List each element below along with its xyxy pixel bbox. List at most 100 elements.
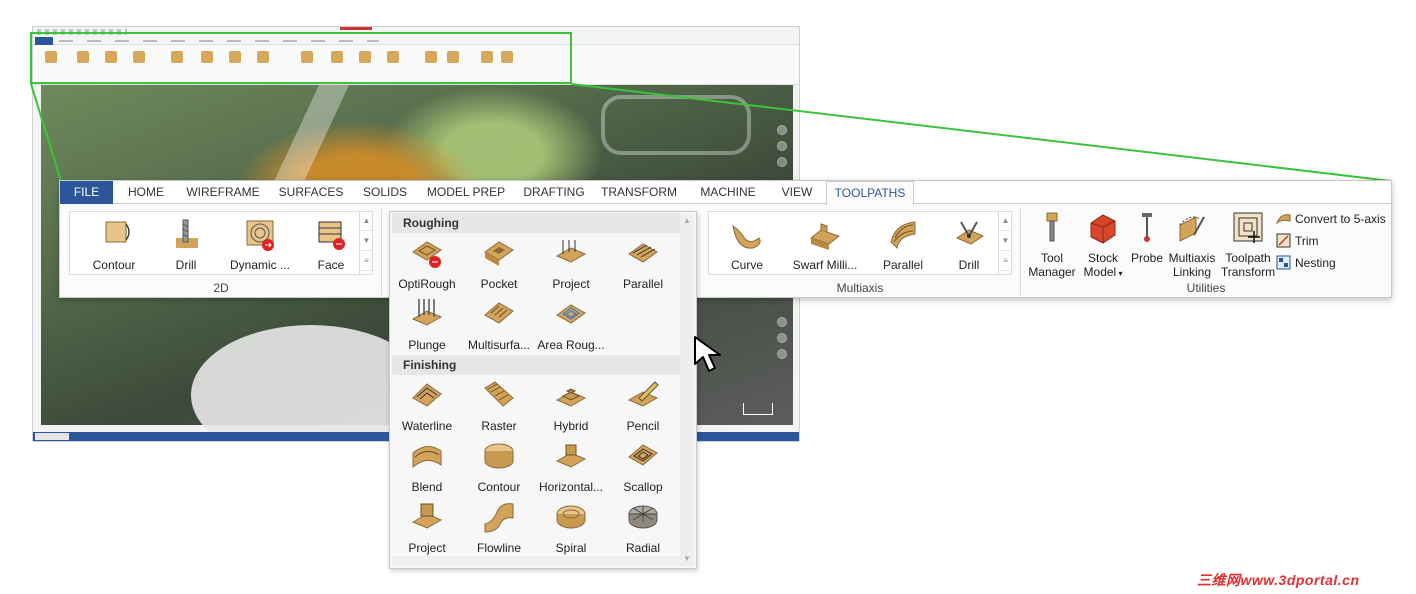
nesting-button[interactable]: Nesting — [1276, 254, 1336, 272]
multisurface-icon — [484, 302, 514, 324]
radial-item[interactable]: Radial — [607, 500, 679, 555]
optirough-icon — [412, 241, 442, 268]
horizontal-label: Horizontal... — [538, 480, 604, 494]
contour-finishing-icon — [484, 443, 514, 469]
tool-manager-button[interactable]: Tool Manager — [1026, 211, 1078, 279]
swarf-milling-label: Swarf Milli... — [792, 258, 858, 272]
toolpath-transform-button[interactable]: Toolpath Transform — [1218, 211, 1278, 279]
probe-icon — [1142, 213, 1152, 242]
pocket-label: Pocket — [480, 277, 518, 291]
nesting-icon — [1276, 255, 1291, 270]
tab-wireframe[interactable]: WIREFRAME — [182, 181, 264, 204]
curve-button[interactable]: Curve — [711, 218, 783, 272]
contour-icon — [105, 221, 130, 243]
scallop-label: Scallop — [623, 480, 663, 494]
multiaxis-parallel-button[interactable]: Parallel — [867, 218, 939, 272]
dropdown-resize-grip[interactable] — [392, 556, 680, 566]
horizontal-item[interactable]: Horizontal... — [535, 439, 607, 494]
waterline-icon — [412, 383, 442, 407]
spiral-item[interactable]: Spiral — [535, 500, 607, 555]
tab-view[interactable]: VIEW — [774, 181, 820, 204]
trim-label: Trim — [1295, 234, 1319, 248]
blend-item[interactable]: Blend — [391, 439, 463, 494]
contour-button[interactable]: Contour — [78, 218, 150, 272]
project-roughing-item[interactable]: Project — [535, 236, 607, 291]
multiaxis-linking-label-2: Linking — [1172, 265, 1212, 279]
scallop-icon — [628, 444, 658, 466]
ribbon: FILE HOME WIREFRAME SURFACES SOLIDS MODE… — [59, 180, 1392, 298]
probe-button[interactable]: Probe — [1126, 211, 1168, 265]
scallop-item[interactable]: Scallop — [607, 439, 679, 494]
dropdown-scrollbar[interactable]: ▲ ▼ — [680, 214, 694, 566]
pocket-icon — [484, 241, 514, 266]
multiaxis-linking-button[interactable]: Multiaxis Linking — [1166, 211, 1218, 279]
horizontal-icon — [555, 444, 587, 468]
contour-label: Contour — [92, 258, 136, 272]
tab-model-prep[interactable]: MODEL PREP — [424, 181, 508, 204]
plunge-item[interactable]: Plunge — [391, 297, 463, 352]
tab-drafting[interactable]: DRAFTING — [520, 181, 588, 204]
toolpath-transform-label-1: Toolpath — [1225, 251, 1271, 265]
stock-model-button[interactable]: Stock Model ▾ — [1078, 211, 1128, 279]
raster-item[interactable]: Raster — [463, 378, 535, 433]
area-roughing-icon — [556, 304, 586, 324]
two-d-gallery-scroller[interactable]: ▲ ▼ ≡ — [359, 211, 373, 275]
project-roughing-icon — [555, 240, 587, 263]
tool-manager-label-2: Manager — [1028, 265, 1076, 279]
raster-label: Raster — [481, 419, 517, 433]
multiaxis-drill-button[interactable]: Drill — [939, 218, 999, 272]
face-button[interactable]: Face — [298, 218, 364, 272]
scroll-down-icon[interactable]: ▼ — [682, 554, 692, 564]
scroll-up-icon[interactable]: ▲ — [682, 216, 692, 226]
tab-solids[interactable]: SOLIDS — [358, 181, 412, 204]
trim-button[interactable]: Trim — [1276, 232, 1319, 250]
convert-to-5-axis-button[interactable]: Convert to 5-axis — [1276, 210, 1386, 228]
tab-surfaces[interactable]: SURFACES — [276, 181, 346, 204]
waterline-label: Waterline — [401, 419, 453, 433]
flowline-item[interactable]: Flowline — [463, 500, 535, 555]
contour-finishing-item[interactable]: Contour — [463, 439, 535, 494]
multiaxis-parallel-label: Parallel — [882, 258, 924, 272]
hybrid-label: Hybrid — [553, 419, 589, 433]
parallel-roughing-item[interactable]: Parallel — [607, 236, 679, 291]
radial-label: Radial — [625, 541, 661, 555]
tool-manager-label-1: Tool — [1040, 251, 1063, 265]
tab-toolpaths[interactable]: TOOLPATHS — [826, 181, 914, 205]
parallel-icon — [890, 221, 916, 250]
curve-icon — [732, 224, 761, 249]
group-label-multiaxis: Multiaxis — [836, 281, 884, 295]
area-roughing-item[interactable]: Area Roug... — [535, 297, 607, 352]
tab-machine[interactable]: MACHINE — [696, 181, 760, 204]
swarf-milling-button[interactable]: Swarf Milli... — [783, 218, 867, 272]
multiaxis-linking-icon — [1179, 216, 1205, 242]
waterline-item[interactable]: Waterline — [391, 378, 463, 433]
optirough-item[interactable]: OptiRough — [391, 236, 463, 291]
drill-2d-label: Drill — [175, 258, 197, 272]
pencil-item[interactable]: Pencil — [607, 378, 679, 433]
drill-2d-button[interactable]: Drill — [150, 218, 222, 272]
face-label: Face — [317, 258, 345, 272]
multiaxis-gallery-scroller[interactable]: ▲ ▼ ≡ — [998, 211, 1012, 275]
multisurface-item[interactable]: Multisurfa... — [463, 297, 535, 352]
toolpath-transform-label-2: Transform — [1220, 265, 1276, 279]
pocket-item[interactable]: Pocket — [463, 236, 535, 291]
tab-file[interactable]: FILE — [60, 181, 113, 204]
mouse-pointer-icon — [694, 336, 721, 372]
parallel-roughing-icon — [628, 243, 658, 263]
toolpaths-3d-dropdown: Roughing OptiRough Pocket Project Parall… — [389, 211, 697, 569]
tab-home[interactable]: HOME — [120, 181, 172, 204]
roughing-header: Roughing — [392, 213, 680, 233]
probe-label: Probe — [1130, 251, 1164, 265]
area-roughing-label: Area Roug... — [537, 338, 605, 352]
project-finishing-item[interactable]: Project — [391, 500, 463, 555]
stock-model-label-1: Stock — [1087, 251, 1118, 265]
tab-transform[interactable]: TRANSFORM — [600, 181, 678, 204]
two-d-gallery: Contour Drill Dynamic ... Face — [69, 211, 373, 275]
dynamic-label: Dynamic ... — [229, 258, 290, 272]
stock-model-label-2: Model ▾ — [1083, 265, 1123, 279]
dynamic-button[interactable]: Dynamic ... — [222, 218, 298, 272]
hybrid-item[interactable]: Hybrid — [535, 378, 607, 433]
face-icon — [318, 221, 345, 250]
flowline-label: Flowline — [476, 541, 521, 555]
contour-finishing-label: Contour — [477, 480, 521, 494]
